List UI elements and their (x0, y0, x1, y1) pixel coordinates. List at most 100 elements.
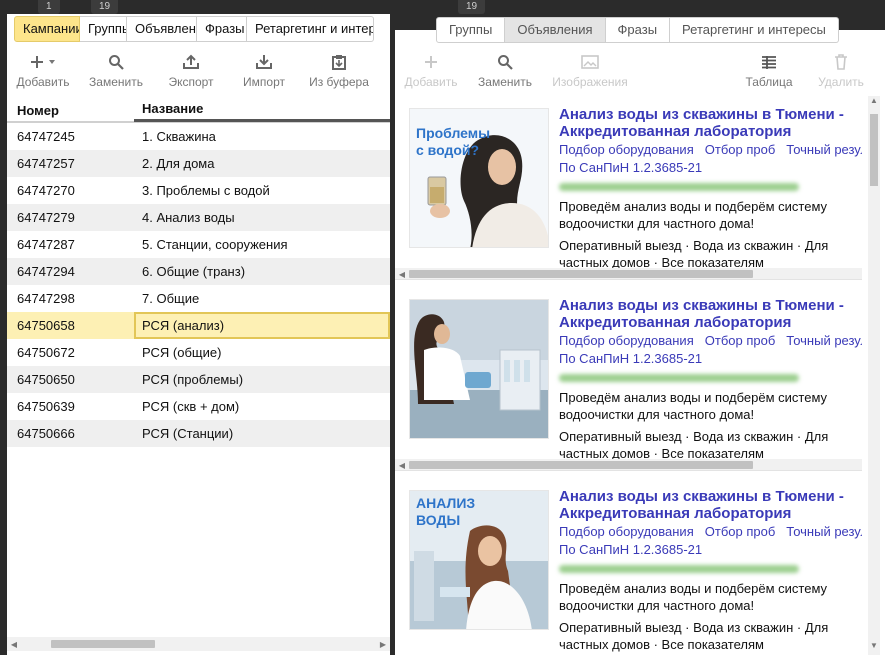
tab-groups[interactable]: Группы (80, 16, 127, 42)
image-icon (581, 52, 599, 72)
scroll-track[interactable] (21, 637, 376, 651)
campaign-counter: 1 (38, 0, 60, 14)
scroll-down-arrow-icon[interactable]: ▼ (868, 641, 880, 655)
ad-callouts: Оперативный выезд · Вода из скважин · Дл… (559, 238, 829, 270)
ad-sitelink[interactable]: Отбор проб (705, 333, 776, 348)
ad-content: Анализ воды из скважины в Тюмени - Аккре… (559, 297, 862, 462)
images-button[interactable]: Изображения (549, 52, 631, 89)
trash-icon (834, 52, 848, 72)
tab-phrases-right[interactable]: Фразы (605, 17, 671, 43)
ad-sitelink[interactable]: По СанПиН 1.2.3685-21 (559, 541, 862, 558)
table-row[interactable]: 64747298 7. Общие (7, 285, 390, 312)
ad-horizontal-scrollbar[interactable]: ◀ (395, 268, 862, 279)
tab-retargeting-right[interactable]: Ретаргетинг и интересы (670, 17, 839, 43)
tab-ads-right[interactable]: Объявления (505, 17, 606, 43)
right-pane: Добавить Заменить Изображения Таблица Уд… (395, 30, 885, 655)
replace-ad-label: Заменить (478, 75, 532, 89)
ad-sitelink[interactable]: Подбор оборудования (559, 142, 694, 157)
tab-retargeting[interactable]: Ретаргетинг и интересы (247, 16, 374, 42)
ad-sitelink[interactable]: По СанПиН 1.2.3685-21 (559, 350, 862, 367)
from-buffer-label: Из буфера (309, 75, 369, 89)
import-button[interactable]: Импорт (229, 52, 299, 94)
ad-callouts: Оперативный выезд · Вода из скважин · Дл… (559, 429, 829, 461)
row-number: 64747279 (17, 210, 75, 225)
left-horizontal-scrollbar[interactable]: ◀ ▶ (7, 637, 390, 651)
scroll-thumb[interactable] (51, 640, 155, 648)
import-icon (255, 52, 273, 72)
table-row[interactable]: 64747294 6. Общие (транз) (7, 258, 390, 285)
ad-card[interactable]: Проблемы с водой? Анализ воды из скважин… (395, 98, 862, 280)
ad-sitelink[interactable]: Отбор проб (705, 524, 776, 539)
row-number: 64747294 (17, 264, 75, 279)
table-row[interactable]: 64750639 РСЯ (скв + дом) (7, 393, 390, 420)
scroll-track[interactable] (409, 459, 862, 470)
ad-sitelink[interactable]: Подбор оборудования (559, 333, 694, 348)
scroll-left-arrow-icon[interactable]: ◀ (395, 461, 409, 470)
row-name: 4. Анализ воды (142, 210, 235, 225)
scroll-thumb[interactable] (409, 461, 753, 469)
row-name: 7. Общие (142, 291, 200, 306)
ad-horizontal-scrollbar[interactable]: ◀ (395, 459, 862, 470)
column-header-name[interactable]: Название (134, 98, 390, 122)
ad-card[interactable]: Анализ воды из скважины в Тюмени - Аккре… (395, 289, 862, 471)
ad-description: Проведём анализ воды и подберём систему … (559, 390, 828, 422)
table-row[interactable]: 64747245 1. Скважина (7, 123, 390, 150)
ad-title[interactable]: Анализ воды из скважины в Тюмени - Аккре… (559, 106, 862, 140)
campaign-grid: Номер Название 64747245 1. Скважина 64747… (7, 99, 390, 447)
export-button[interactable]: Экспорт (153, 52, 229, 94)
table-row[interactable]: 64750672 РСЯ (общие) (7, 339, 390, 366)
right-vertical-scrollbar[interactable]: ▲ ▼ (868, 96, 880, 655)
table-row[interactable]: 64747270 3. Проблемы с водой (7, 177, 390, 204)
grid-header: Номер Название (7, 99, 390, 123)
scroll-up-arrow-icon[interactable]: ▲ (868, 96, 880, 110)
scroll-left-arrow-icon[interactable]: ◀ (7, 640, 21, 649)
ad-card[interactable]: АНАЛИЗ ВОДЫ Анализ воды из скважины в Тю… (395, 480, 862, 655)
table-row-selected[interactable]: 64750658 РСЯ (анализ) (7, 312, 390, 339)
grid-body: 64747245 1. Скважина 64747257 2. Для дома … (7, 123, 390, 447)
tab-groups-right[interactable]: Группы (436, 17, 506, 43)
left-toolbar: Добавить Заменить Экспорт Импорт Из буфе… (7, 52, 390, 94)
ad-sitelink[interactable]: По СанПиН 1.2.3685-21 (559, 159, 862, 176)
row-number: 64750658 (17, 318, 75, 333)
tab-campaigns[interactable]: Кампании (14, 16, 80, 42)
clipboard-icon (330, 52, 348, 72)
replace-ad-button[interactable]: Заменить (473, 52, 537, 89)
scroll-thumb[interactable] (409, 270, 753, 278)
table-row[interactable]: 64750650 РСЯ (проблемы) (7, 366, 390, 393)
tab-phrases[interactable]: Фразы (197, 16, 247, 42)
from-buffer-button[interactable]: Из буфера (299, 52, 379, 94)
ad-sitelink[interactable]: Подбор оборудования (559, 524, 694, 539)
table-row[interactable]: 64747257 2. Для дома (7, 150, 390, 177)
row-number: 64747270 (17, 183, 75, 198)
row-number: 64750650 (17, 372, 75, 387)
ad-sitelink[interactable]: Точный результат (786, 333, 862, 348)
table-view-button[interactable]: Таблица (743, 52, 795, 89)
row-name: 1. Скважина (142, 129, 216, 144)
tab-ads[interactable]: Объявления (127, 16, 197, 42)
column-header-number[interactable]: Номер (7, 103, 134, 118)
scroll-right-arrow-icon[interactable]: ▶ (376, 640, 390, 649)
table-row[interactable]: 64747279 4. Анализ воды (7, 204, 390, 231)
add-ad-button[interactable]: Добавить (401, 52, 461, 89)
scroll-thumb[interactable] (870, 114, 878, 186)
ad-title[interactable]: Анализ воды из скважины в Тюмени - Аккре… (559, 297, 862, 331)
right-tabbar: Группы Объявления Фразы Ретаргетинг и ин… (436, 17, 839, 43)
row-name: РСЯ (общие) (142, 345, 222, 360)
table-row[interactable]: 64747287 5. Станции, сооружения (7, 231, 390, 258)
scroll-left-arrow-icon[interactable]: ◀ (395, 270, 409, 279)
search-icon (497, 52, 513, 72)
ad-sitelink[interactable]: Точный результат (786, 524, 862, 539)
ad-sitelink[interactable]: Отбор проб (705, 142, 776, 157)
ad-title[interactable]: Анализ воды из скважины в Тюмени - Аккре… (559, 488, 862, 522)
row-name: 6. Общие (транз) (142, 264, 246, 279)
row-name-cell-focused[interactable]: РСЯ (анализ) (134, 312, 390, 339)
scroll-track[interactable] (409, 268, 862, 279)
delete-button[interactable]: Удалить (813, 52, 869, 89)
replace-button[interactable]: Заменить (79, 52, 153, 94)
table-row[interactable]: 64750666 РСЯ (Станции) (7, 420, 390, 447)
ad-sitelink[interactable]: Точный результат (786, 142, 862, 157)
ad-image (409, 299, 549, 439)
ad-sitelinks: Подбор оборудования Отбор проб Точный резу… (559, 141, 862, 158)
add-button[interactable]: Добавить (7, 52, 79, 94)
ad-description: Проведём анализ воды и подберём систему … (559, 581, 828, 613)
